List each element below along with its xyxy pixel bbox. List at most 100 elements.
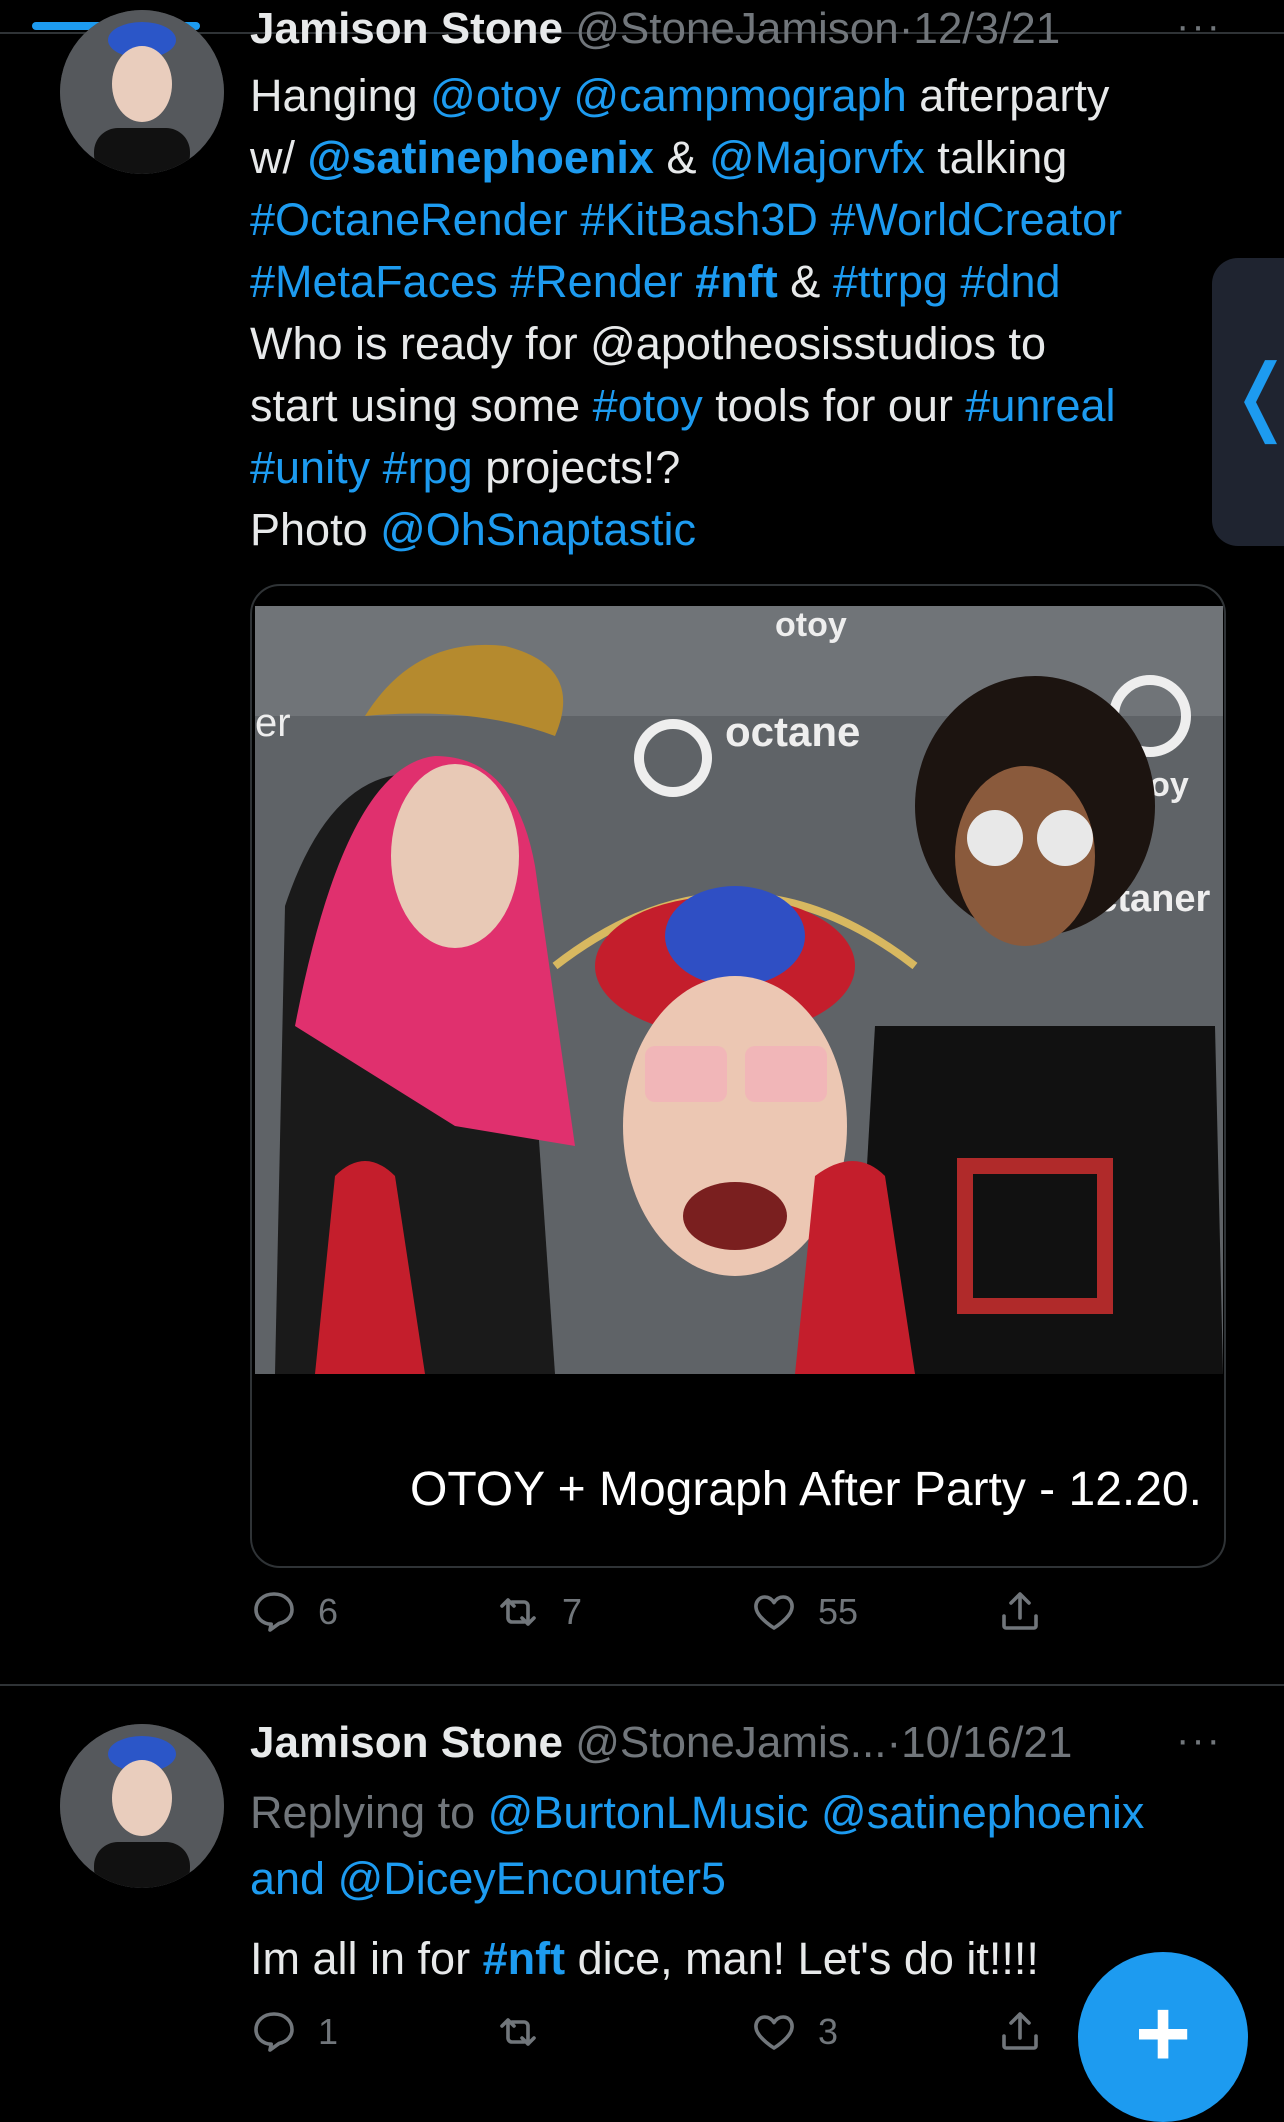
text-line: Photo @OhSnaptastic xyxy=(250,499,1230,561)
text-line: start using some #otoy tools for our #un… xyxy=(250,375,1230,437)
hashtag-link[interactable]: #unity xyxy=(250,442,370,493)
card-photo[interactable]: otoy er octane otoy octaner xyxy=(255,606,1223,1374)
hashtag-link[interactable]: #Render xyxy=(510,256,683,307)
hashtag-link[interactable]: #KitBash3D xyxy=(580,194,818,245)
text: Im all in for xyxy=(250,1933,483,1984)
more-options-icon[interactable]: ··· xyxy=(1176,4,1222,49)
tweet-body: Hanging @otoy @campmograph afterparty w/… xyxy=(250,65,1230,561)
text xyxy=(561,70,574,121)
photo-sign-text: er xyxy=(255,701,291,745)
compose-tweet-button[interactable]: + xyxy=(1078,1952,1248,2122)
tweet-actions: 1 3 xyxy=(250,2008,1090,2068)
replying-to: Replying to @BurtonLMusic @satinephoenix… xyxy=(250,1782,1230,1910)
plus-icon: + xyxy=(1134,1980,1192,2087)
share-button[interactable] xyxy=(996,2008,1064,2056)
text-line: Hanging @otoy @campmograph afterparty xyxy=(250,65,1230,127)
mention-link[interactable]: @satinephoenix xyxy=(308,132,654,183)
mention-link[interactable]: @OhSnaptastic xyxy=(380,504,696,555)
reply-icon xyxy=(254,1592,294,1632)
heart-icon xyxy=(754,1595,794,1630)
link-card[interactable]: otoy er octane otoy octaner xyxy=(250,584,1226,1568)
heart-icon xyxy=(754,2015,794,2050)
text xyxy=(498,256,511,307)
chevron-left-icon: ❬ xyxy=(1226,346,1284,444)
text: w/ xyxy=(250,132,308,183)
retweet-count: 7 xyxy=(562,1591,583,1632)
text: start using some xyxy=(250,380,593,431)
text-line: and @DiceyEncounter5 xyxy=(250,1848,1230,1910)
mention-link[interactable]: @otoy xyxy=(430,70,561,121)
text xyxy=(948,256,961,307)
text-line: Who is ready for @apotheosisstudios to xyxy=(250,318,1047,369)
text: Replying to xyxy=(250,1787,488,1838)
share-icon xyxy=(1002,1592,1038,1630)
text-line: w/ @satinephoenix & @Majorvfx talking xyxy=(250,127,1230,189)
text-line: #MetaFaces #Render #nft & #ttrpg #dnd xyxy=(250,251,1230,313)
text xyxy=(808,1787,821,1838)
text-line: Replying to @BurtonLMusic @satinephoenix xyxy=(250,1782,1230,1844)
hashtag-link[interactable]: #unreal xyxy=(965,380,1115,431)
tweet-actions: 6 7 55 xyxy=(250,1588,1090,1648)
hashtag-link[interactable]: #MetaFaces xyxy=(250,256,498,307)
like-count: 3 xyxy=(818,2011,839,2052)
tweet-header: Jamison Stone @StoneJamison·12/3/21 xyxy=(250,4,1060,54)
reply-icon xyxy=(254,2012,294,2052)
like-button[interactable]: 55 xyxy=(750,1588,858,1636)
separator-dot: · xyxy=(898,4,914,53)
text xyxy=(683,256,696,307)
text-line: #unity #rpg projects!? xyxy=(250,437,1230,499)
tweet-date[interactable]: 10/16/21 xyxy=(901,1718,1072,1767)
avatar[interactable] xyxy=(60,1724,224,1888)
retweet-button[interactable] xyxy=(494,2008,562,2056)
tweet-date[interactable]: 12/3/21 xyxy=(913,4,1060,53)
side-drawer-handle[interactable]: ❬ xyxy=(1212,258,1284,546)
text: projects!? xyxy=(472,442,681,493)
text: and xyxy=(250,1853,338,1904)
mention-link[interactable]: @DiceyEncounter5 xyxy=(338,1853,726,1904)
text: afterparty xyxy=(906,70,1110,121)
party-photo-icon: otoy er octane otoy octaner xyxy=(255,606,1223,1374)
tweet-header: Jamison Stone @StoneJamis...·10/16/21 xyxy=(250,1718,1072,1768)
retweet-button[interactable]: 7 xyxy=(494,1588,582,1636)
author-name[interactable]: Jamison Stone xyxy=(250,4,563,53)
like-count: 55 xyxy=(818,1591,859,1632)
like-button[interactable]: 3 xyxy=(750,2008,838,2056)
reply-count: 1 xyxy=(318,2011,339,2052)
mention-link[interactable]: @satinephoenix xyxy=(821,1787,1144,1838)
text: & xyxy=(777,256,833,307)
hashtag-link[interactable]: #dnd xyxy=(960,256,1060,307)
avatar-photo-icon xyxy=(60,1724,224,1888)
hashtag-link[interactable]: #WorldCreator xyxy=(830,194,1122,245)
author-handle[interactable]: @StoneJamison xyxy=(575,4,899,53)
text: talking xyxy=(924,132,1068,183)
photo-sign-text: octane xyxy=(725,708,860,755)
text xyxy=(370,442,383,493)
reply-count: 6 xyxy=(318,1591,339,1632)
mention-link[interactable]: @campmograph xyxy=(573,70,906,121)
reply-button[interactable]: 1 xyxy=(250,2008,338,2056)
hashtag-link[interactable]: #rpg xyxy=(383,442,473,493)
more-options-icon[interactable]: ··· xyxy=(1176,1718,1222,1763)
hashtag-link[interactable]: #ttrpg xyxy=(833,256,948,307)
text: tools for our xyxy=(702,380,966,431)
mention-link[interactable]: @BurtonLMusic xyxy=(488,1787,809,1838)
hashtag-link[interactable]: #otoy xyxy=(593,380,703,431)
hashtag-link[interactable]: #nft xyxy=(695,256,778,307)
reply-button[interactable]: 6 xyxy=(250,1588,338,1636)
avatar[interactable] xyxy=(60,10,224,174)
author-handle[interactable]: @StoneJamis... xyxy=(575,1718,886,1767)
hashtag-link[interactable]: #nft xyxy=(483,1933,566,1984)
retweet-icon xyxy=(500,1598,536,1626)
text: Hanging xyxy=(250,70,431,121)
tweet-divider xyxy=(0,1684,1284,1686)
separator-dot: · xyxy=(886,1718,902,1767)
author-name[interactable]: Jamison Stone xyxy=(250,1718,563,1767)
hashtag-link[interactable]: #OctaneRender xyxy=(250,194,568,245)
share-icon xyxy=(1002,2012,1038,2050)
photo-sign-text: otoy xyxy=(775,606,847,644)
share-button[interactable] xyxy=(996,1588,1064,1636)
text xyxy=(818,194,831,245)
text: dice, man! Let's do it!!!! xyxy=(565,1933,1039,1984)
mention-link[interactable]: @Majorvfx xyxy=(709,132,925,183)
text: & xyxy=(653,132,709,183)
